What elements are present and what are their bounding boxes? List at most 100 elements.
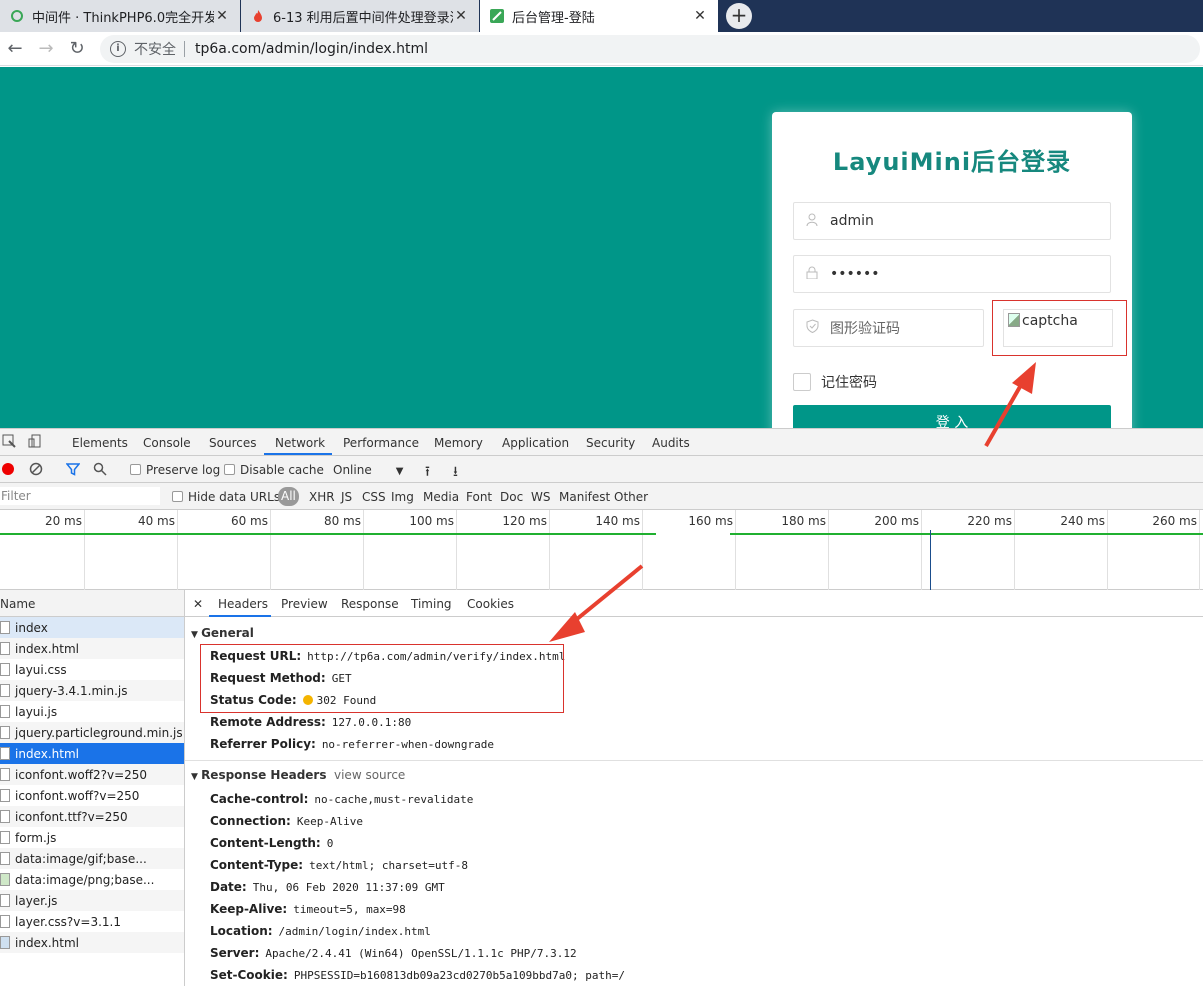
inspect-element-icon[interactable]	[2, 434, 16, 451]
close-tab-icon[interactable]: ✕	[214, 8, 230, 24]
remember-checkbox[interactable]	[793, 373, 811, 391]
close-tab-icon[interactable]: ✕	[692, 8, 708, 24]
disable-cache-checkbox[interactable]	[224, 464, 235, 475]
info-icon[interactable]: i	[110, 41, 126, 57]
request-row[interactable]: iconfont.ttf?v=250	[0, 806, 184, 827]
devtools-tab-elements[interactable]: Elements	[72, 436, 128, 450]
annotation-box-request	[200, 644, 564, 713]
request-row[interactable]: layui.css	[0, 659, 184, 680]
request-row[interactable]: data:image/png;base...	[0, 869, 184, 890]
login-button[interactable]: 登 入	[793, 405, 1111, 428]
details-tab-preview[interactable]: Preview	[281, 597, 328, 611]
view-source-link[interactable]: view source	[334, 768, 405, 782]
filter-icon[interactable]	[65, 462, 81, 479]
username-field[interactable]: admin	[793, 202, 1111, 240]
preserve-log-toggle[interactable]: Preserve log	[130, 463, 220, 477]
header-key: Cache-control:	[210, 792, 309, 806]
close-tab-icon[interactable]: ✕	[453, 8, 469, 24]
request-row[interactable]: iconfont.woff2?v=250	[0, 764, 184, 785]
name-column-header[interactable]: Name	[0, 590, 184, 617]
file-icon	[0, 621, 10, 634]
new-tab-button[interactable]: +	[726, 3, 752, 29]
reload-icon[interactable]: ↻	[66, 38, 88, 59]
back-arrow-icon[interactable]: ←	[4, 38, 26, 59]
devtools-tab-memory[interactable]: Memory	[434, 436, 483, 450]
request-row[interactable]: index.html	[0, 638, 184, 659]
browser-tab-1[interactable]: 中间件 · ThinkPHP6.0完全开发手 ✕	[0, 0, 240, 32]
filter-type-js[interactable]: JS	[341, 490, 352, 504]
request-row[interactable]: layui.js	[0, 701, 184, 722]
device-toolbar-icon[interactable]	[28, 434, 42, 451]
throttle-select[interactable]: Online ▼	[333, 463, 403, 477]
devtools-panel: Elements Console Sources Network Perform…	[0, 428, 1203, 986]
forward-arrow-icon[interactable]: →	[35, 38, 57, 59]
request-row[interactable]: index.html	[0, 932, 184, 953]
request-row[interactable]: index	[0, 617, 184, 638]
filter-type-manifest[interactable]: Manifest	[559, 490, 610, 504]
request-row[interactable]: jquery-3.4.1.min.js	[0, 680, 184, 701]
disable-cache-toggle[interactable]: Disable cache	[224, 463, 324, 477]
header-value: Apache/2.4.41 (Win64) OpenSSL/1.1.1c PHP…	[265, 947, 577, 960]
clear-icon[interactable]	[29, 462, 43, 479]
header-key: Server:	[210, 946, 260, 960]
request-row[interactable]: layer.css?v=3.1.1	[0, 911, 184, 932]
filter-type-all[interactable]: All	[278, 487, 299, 506]
devtools-tab-sources[interactable]: Sources	[209, 436, 256, 450]
timeline-gridline	[549, 510, 550, 590]
remember-password[interactable]: 记住密码	[793, 372, 877, 392]
request-name: jquery-3.4.1.min.js	[15, 683, 128, 698]
filter-type-xhr[interactable]: XHR	[309, 490, 335, 504]
captcha-field[interactable]: 图形验证码	[793, 309, 984, 347]
password-field[interactable]: ••••••	[793, 255, 1111, 293]
hide-data-urls-checkbox[interactable]	[172, 491, 183, 502]
details-tab-headers[interactable]: Headers	[218, 597, 268, 611]
header-key: Content-Type:	[210, 858, 304, 872]
export-har-icon[interactable]: ⭳	[453, 461, 458, 485]
filter-type-ws[interactable]: WS	[531, 490, 550, 504]
details-tab-cookies[interactable]: Cookies	[467, 597, 514, 611]
timeline-tick: 180 ms	[781, 514, 826, 528]
devtools-tab-network[interactable]: Network	[275, 436, 325, 450]
network-timeline[interactable]: 20 ms 40 ms 60 ms 80 ms 100 ms 120 ms 14…	[0, 510, 1203, 590]
devtools-tab-audits[interactable]: Audits	[652, 436, 690, 450]
browser-tab-2[interactable]: 6-13 利用后置中间件处理登录流 ✕	[241, 0, 479, 32]
timeline-gridline	[363, 510, 364, 590]
filter-type-doc[interactable]: Doc	[500, 490, 523, 504]
details-tabbar: ✕ Headers Preview Response Timing Cookie…	[185, 590, 1203, 617]
filter-type-other[interactable]: Other	[614, 490, 648, 504]
devtools-tab-security[interactable]: Security	[586, 436, 635, 450]
request-row-selected[interactable]: index.html	[0, 743, 184, 764]
details-tab-response[interactable]: Response	[341, 597, 399, 611]
filter-input[interactable]: Filter	[0, 487, 160, 505]
filter-type-media[interactable]: Media	[423, 490, 459, 504]
request-row[interactable]: form.js	[0, 827, 184, 848]
response-headers-toggle[interactable]: ▼ Response Headers	[191, 768, 327, 782]
hide-data-urls-toggle[interactable]: Hide data URLs	[172, 490, 280, 504]
import-har-icon[interactable]: ⭱	[425, 461, 430, 485]
file-icon	[0, 789, 10, 802]
close-details-icon[interactable]: ✕	[193, 597, 203, 611]
request-row[interactable]: data:image/gif;base...	[0, 848, 184, 869]
details-tab-timing[interactable]: Timing	[411, 597, 452, 611]
general-section-toggle[interactable]: ▼ General	[191, 626, 254, 640]
record-icon[interactable]	[2, 463, 14, 475]
header-value: Thu, 06 Feb 2020 11:37:09 GMT	[252, 881, 445, 894]
request-name: layui.js	[15, 704, 58, 719]
search-icon[interactable]	[93, 462, 107, 479]
filter-type-css[interactable]: CSS	[362, 490, 386, 504]
devtools-tab-application[interactable]: Application	[502, 436, 569, 450]
browser-tab-3[interactable]: 后台管理-登陆 ✕	[480, 0, 718, 32]
header-value: 127.0.0.1:80	[331, 716, 412, 729]
request-row[interactable]: jquery.particleground.min.js	[0, 722, 184, 743]
request-row[interactable]: layer.js	[0, 890, 184, 911]
devtools-tab-console[interactable]: Console	[143, 436, 191, 450]
url-text[interactable]: tp6a.com/admin/login/index.html	[195, 41, 428, 57]
omnibox[interactable]: i 不安全 tp6a.com/admin/login/index.html	[100, 35, 1200, 63]
filter-type-font[interactable]: Font	[466, 490, 492, 504]
hide-data-urls-label: Hide data URLs	[188, 490, 281, 504]
request-row[interactable]: iconfont.woff?v=250	[0, 785, 184, 806]
header-value: text/html; charset=utf-8	[309, 859, 469, 872]
preserve-log-checkbox[interactable]	[130, 464, 141, 475]
filter-type-img[interactable]: Img	[391, 490, 414, 504]
devtools-tab-performance[interactable]: Performance	[343, 436, 419, 450]
